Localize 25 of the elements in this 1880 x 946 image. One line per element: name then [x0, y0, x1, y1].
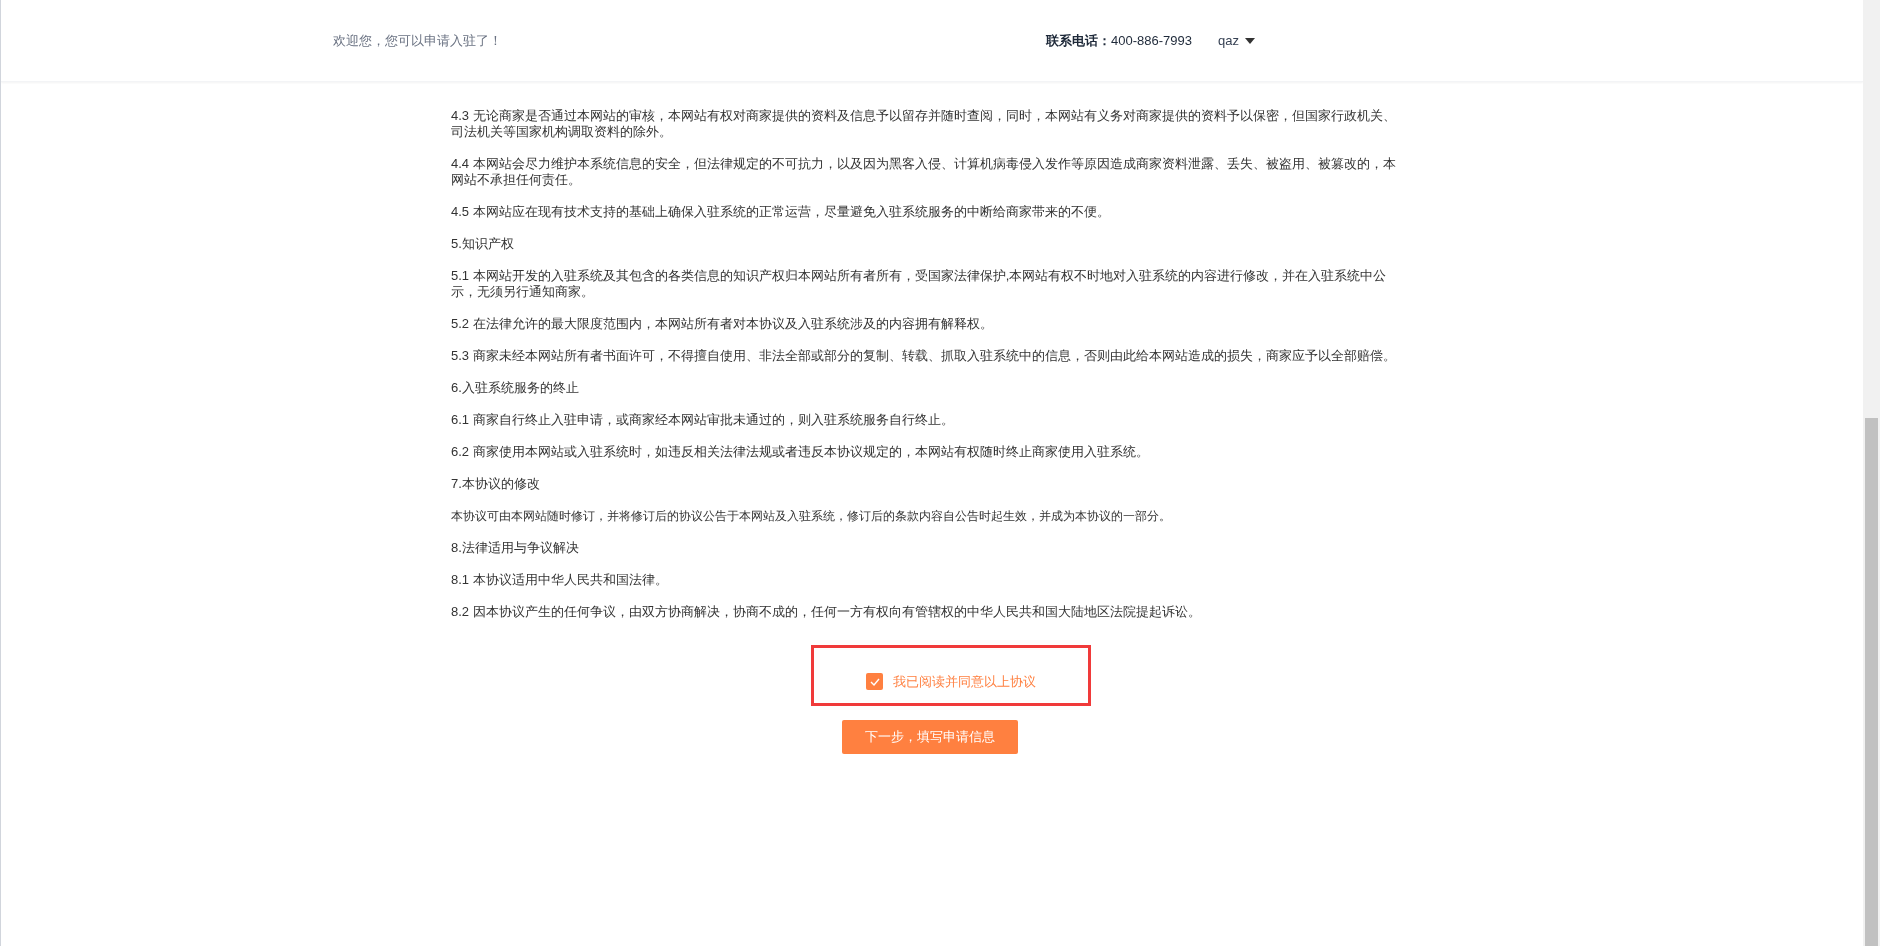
scrollbar[interactable]: [1863, 0, 1880, 946]
agreement-paragraph: 8.1 本协议适用中华人民共和国法律。: [451, 572, 669, 588]
check-icon: [869, 677, 880, 686]
contact-phone: 联系电话：400-886-7993: [1046, 31, 1193, 50]
agreement-paragraph: 6.1 商家自行终止入驻申请，或商家经本网站审批未通过的，则入驻系统服务自行终止。: [451, 412, 955, 428]
checkbox[interactable]: [866, 673, 883, 690]
next-step-button[interactable]: 下一步，填写申请信息: [841, 720, 1018, 754]
agreement-paragraph: 5.2 在法律允许的最大限度范围内，本网站所有者对本协议及入驻系统涉及的内容拥有解释权。: [451, 316, 994, 332]
agreement-paragraph: 4.5 本网站应在现有技术支持的基础上确保入驻系统的正常运营，尽量避免入驻系统服务的中断给商家带来的不便。: [451, 204, 1111, 220]
agreement-paragraph: 4.4 本网站会尽力维护本系统信息的安全，但法律规定的不可抗力，以及因为黑客入侵、计算机病毒侵入发作等原因造成商家资料泄露、丢失、被盗用、被篡改的，本网站不承担任何责任。: [451, 156, 1397, 188]
agreement-paragraph: 6.入驻系统服务的终止: [451, 380, 580, 396]
agreement-checkbox[interactable]: 我已阅读并同意以上协议: [866, 671, 1036, 692]
user-menu[interactable]: qaz: [1218, 30, 1255, 51]
agreement-paragraph: 8.法律适用与争议解决: [451, 540, 580, 556]
agreement-paragraph: 4.3 无论商家是否通过本网站的审核，本网站有权对商家提供的资料及信息予以留存并随时查阅，同时，本网站有义务对商家提供的资料予以保密，但国家行政机关、司法机关等国家机构调取资料的除外。: [451, 108, 1397, 140]
scrollbar-thumb[interactable]: [1865, 418, 1878, 946]
agreement-paragraph: 5.1 本网站开发的入驻系统及其包含的各类信息的知识产权归本网站所有者所有，受国家法律保护,本网站有权不时地对入驻系统的内容进行修改，并在入驻系统中公示，无须另行通知商家。: [451, 268, 1388, 300]
agreement-paragraph: 5.3 商家未经本网站所有者书面许可，不得擅自使用、非法全部或部分的复制、转载、抓取入驻系统中的信息，否则由此给本网站造成的损失，商家应予以全部赔偿。: [451, 348, 1397, 364]
agreement-paragraph: 6.2 商家使用本网站或入驻系统时，如违反相关法律法规或者违反本协议规定的，本网站有权随时终止商家使用入驻系统。: [451, 444, 1150, 460]
agreement-paragraph: 7.本协议的修改: [451, 476, 541, 492]
welcome-text: 欢迎您，您可以申请入驻了！: [333, 31, 502, 50]
agreement-paragraph: 本协议可由本网站随时修订，并将修订后的协议公告于本网站及入驻系统，修订后的条款内容自公告时起生效，并成为本协议的一部分。: [451, 508, 1172, 524]
agreement-paragraph: 8.2 因本协议产生的任何争议，由双方协商解决，协商不成的，任何一方有权向有管辖权的中华人民共和国大陆地区法院提起诉讼。: [451, 604, 1202, 620]
agreement-paragraph: 5.知识产权: [451, 236, 515, 252]
caret-icon: [1245, 37, 1255, 44]
